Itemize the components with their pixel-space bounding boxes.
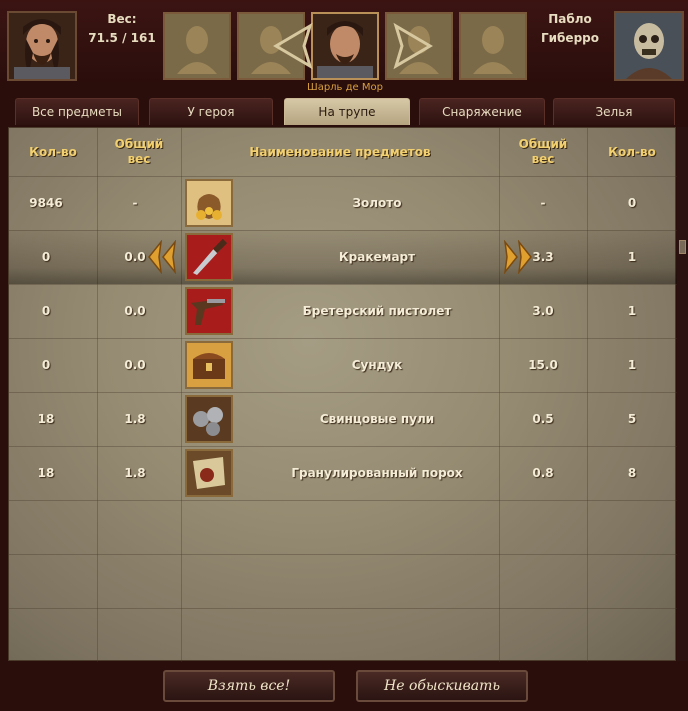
corpse-qty: 5	[627, 412, 637, 426]
table-row[interactable]: 0 0.0 Сундук 15.0 1	[9, 338, 677, 392]
corpse-qty: 8	[627, 466, 637, 480]
hero-qty: 18	[37, 466, 55, 480]
enemy-first-name: Пабло	[548, 12, 592, 26]
item-name: Гранулированный порох	[291, 466, 463, 480]
table-row[interactable]: 18 1.8 Свинцовые пули 0.5 5	[9, 392, 677, 446]
hero-name: Шарль де Мор	[307, 82, 383, 93]
corpse-qty: 1	[627, 304, 637, 318]
officer-slot-4[interactable]	[459, 12, 527, 80]
hero-portrait	[7, 11, 77, 81]
item-name: Сундук	[351, 358, 403, 372]
tab-bar: Все предметы У героя На трупе Снаряжение…	[0, 96, 688, 126]
gunpowder-icon	[185, 449, 233, 497]
item-name: Золото	[352, 196, 402, 210]
dagger-icon	[185, 233, 233, 281]
scrollbar[interactable]	[677, 127, 688, 661]
hero-weight: 1.8	[124, 466, 146, 480]
header-hero-weight-line2: вес	[127, 152, 151, 166]
item-name: Кракемарт	[338, 250, 416, 264]
header-corpse-weight: Общий вес	[499, 128, 587, 176]
weight-readout: Вес: 71.5 / 161	[82, 10, 162, 48]
transfer-left-arrow-icon[interactable]	[147, 240, 177, 274]
header-bar: Вес: 71.5 / 161 Шарль де Мор Пабло Гибер…	[0, 0, 688, 96]
corpse-qty: 1	[627, 250, 637, 264]
officer-slot-1[interactable]	[163, 12, 231, 80]
scrollbar-thumb[interactable]	[679, 240, 686, 254]
tab-potions[interactable]: Зелья	[553, 98, 675, 125]
take-all-button[interactable]: Взять все!	[163, 670, 335, 702]
corpse-weight: -	[540, 196, 546, 210]
hero-qty: 9846	[29, 196, 63, 210]
tab-corpse[interactable]: На трупе	[284, 98, 410, 125]
table-row[interactable]: 0 0.0 Кракемарт 3.3 1	[9, 230, 677, 284]
corpse-weight: 3.0	[532, 304, 554, 318]
items-table: Кол-во Общий вес Наименование предметов …	[8, 127, 677, 662]
hero-qty: 0	[41, 304, 51, 318]
tab-hero[interactable]: У героя	[149, 98, 273, 125]
header-corpse-qty: Кол-во	[608, 144, 656, 159]
hero-qty: 18	[37, 412, 55, 426]
enemy-last-name: Гиберро	[541, 31, 599, 45]
gold-pouch-icon	[185, 179, 233, 227]
header-hero-weight: Общий вес	[97, 128, 181, 176]
enemy-portrait	[614, 11, 684, 81]
hero-qty: 0	[41, 358, 51, 372]
officer-slot-3[interactable]	[385, 12, 453, 80]
pistol-icon	[185, 287, 233, 335]
weight-value: 71.5 / 161	[88, 31, 156, 45]
tab-equipment[interactable]: Снаряжение	[419, 98, 545, 125]
tab-all-items[interactable]: Все предметы	[15, 98, 139, 125]
weight-label: Вес:	[107, 12, 137, 26]
header-hero-weight-line1: Общий	[114, 137, 164, 151]
chest-icon	[185, 341, 233, 389]
hero-slot[interactable]	[311, 12, 379, 80]
officer-slot-2[interactable]	[237, 12, 305, 80]
corpse-weight: 0.5	[532, 412, 554, 426]
header-item-name: Наименование предметов	[249, 144, 431, 159]
corpse-weight: 0.8	[532, 466, 554, 480]
corpse-qty: 1	[627, 358, 637, 372]
header-hero-qty: Кол-во	[29, 144, 77, 159]
item-name: Свинцовые пули	[319, 412, 435, 426]
table-row[interactable]: 9846 - Золото - 0	[9, 176, 677, 230]
table-row[interactable]: 0 0.0 Бретерский пистолет 3.0 1	[9, 284, 677, 338]
header-corpse-weight-line2: вес	[531, 152, 555, 166]
item-name: Бретерский пистолет	[302, 304, 452, 318]
corpse-qty: 0	[627, 196, 637, 210]
hero-weight: 1.8	[124, 412, 146, 426]
enemy-name: Пабло Гиберро	[525, 10, 615, 48]
dont-search-button[interactable]: Не обыскивать	[356, 670, 528, 702]
hero-weight: 0.0	[124, 358, 146, 372]
header-corpse-weight-line1: Общий	[518, 137, 568, 151]
transfer-right-arrow-icon[interactable]	[503, 240, 533, 274]
hero-weight: 0.0	[124, 304, 146, 318]
table-row[interactable]: 18 1.8 Гранулированный порох 0.8 8	[9, 446, 677, 500]
hero-qty: 0	[41, 250, 51, 264]
bullets-icon	[185, 395, 233, 443]
hero-weight: -	[132, 196, 138, 210]
corpse-weight: 15.0	[528, 358, 558, 372]
